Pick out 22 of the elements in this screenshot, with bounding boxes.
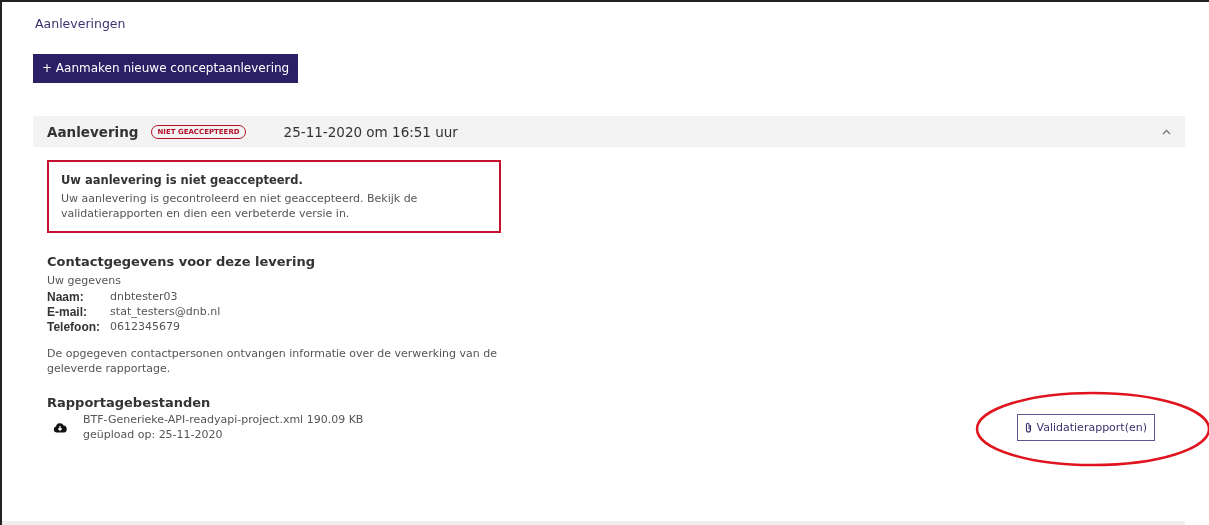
paperclip-icon xyxy=(1024,421,1032,433)
contact-note: De opgegeven contactpersonen ontvangen informatie over de verwerking van de geleverde rapportage. xyxy=(47,346,498,376)
upload-date: geüpload op: 25-11-2020 xyxy=(83,427,224,442)
field-label: Telefoon: xyxy=(47,320,101,334)
validation-report-button[interactable]: Validatierapport(en) xyxy=(1016,413,1155,441)
field-value: 0612345679 xyxy=(110,320,182,334)
delivery-datetime: 25-11-2020 om 16:51 uur xyxy=(283,123,458,140)
field-value: dnbtester03 xyxy=(110,290,179,304)
field-label: Naam: xyxy=(47,290,85,304)
cloud-download-icon[interactable] xyxy=(53,421,67,433)
create-button[interactable]: + Aanmaken nieuwe conceptaanlevering xyxy=(33,54,299,83)
alert-title: Uw aanlevering is niet geaccepteerd. xyxy=(61,173,304,187)
delivery-title: Aanlevering xyxy=(47,123,139,140)
file-name: BTF-Generieke-API-readyapi-project.xml 190.09 KB xyxy=(83,412,364,427)
chevron-icon[interactable] xyxy=(1162,128,1171,135)
contact-heading: Contactgegevens voor deze levering xyxy=(47,254,316,269)
contact-subheading: Uw gegevens xyxy=(47,274,123,287)
page-title: Aanleveringen xyxy=(35,16,127,31)
field-label: E-mail: xyxy=(47,305,88,319)
field-value: stat_testers@dnb.nl xyxy=(110,305,221,319)
alert-text: Uw aanlevering is gecontroleerd en niet geaccepteerd. Bekijk de validatierapporten en dien een verbeterde versie in. xyxy=(61,191,419,221)
files-heading: Rapportagebestanden xyxy=(47,395,212,410)
